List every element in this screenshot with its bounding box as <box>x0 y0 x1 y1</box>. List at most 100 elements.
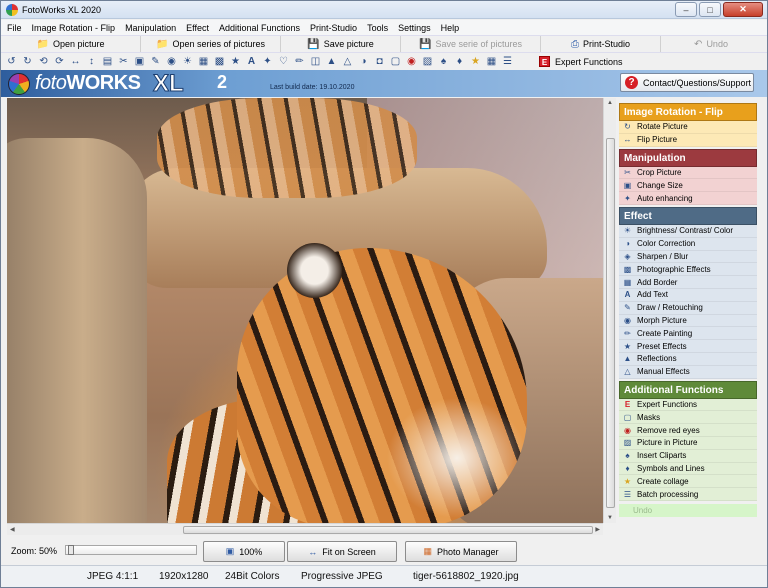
vertical-scrollbar[interactable]: ▲ ▼ <box>603 98 616 523</box>
sidebar-item-crop-picture[interactable]: ✂ Crop Picture <box>619 166 757 180</box>
crop-icon[interactable]: ▣ <box>133 56 146 68</box>
brush-icon: ✏ <box>624 328 631 338</box>
menu-settings[interactable]: Settings <box>398 23 431 33</box>
scroll-right-icon[interactable]: ▶ <box>595 526 600 533</box>
sidebar-item-symbols-lines[interactable]: ♦ Symbols and Lines <box>619 462 757 476</box>
sidebar-undo-button[interactable]: Undo <box>619 503 757 517</box>
print-studio-button[interactable]: ⎙ Print-Studio <box>541 36 661 52</box>
collage-icon[interactable]: ▦ <box>485 56 498 68</box>
mountain-icon[interactable]: △ <box>341 56 354 68</box>
section-rotation-header[interactable]: Image Rotation - Flip <box>619 103 757 121</box>
rotate-cw-icon[interactable]: ⟳ <box>53 56 66 68</box>
brush-icon[interactable]: ✏ <box>293 56 306 68</box>
menu-help[interactable]: Help <box>441 23 460 33</box>
sidebar-item-insert-cliparts[interactable]: ♠ Insert Cliparts <box>619 449 757 463</box>
menu-effect[interactable]: Effect <box>186 23 209 33</box>
menu-manipulation[interactable]: Manipulation <box>125 23 176 33</box>
color-icon[interactable]: ◉ <box>165 56 178 68</box>
zoom-slider-handle[interactable] <box>68 545 74 555</box>
menu-image-rotation[interactable]: Image Rotation - Flip <box>32 23 116 33</box>
sidebar-item-brightness[interactable]: ☀ Brightness/ Contrast/ Color <box>619 224 757 238</box>
sidebar-item-sharpen-blur[interactable]: ◈ Sharpen / Blur <box>619 250 757 264</box>
horizontal-scrollbar[interactable]: ◀ ▶ <box>7 523 603 535</box>
sidebar-item-preset-effects[interactable]: ★ Preset Effects <box>619 340 757 353</box>
sidebar-item-batch-processing[interactable]: ☰ Batch processing <box>619 488 757 501</box>
sidebar-item-create-collage[interactable]: ★ Create collage <box>619 475 757 489</box>
sidebar-item-auto-enhancing[interactable]: ✦ Auto enhancing <box>619 192 757 205</box>
pip-icon[interactable]: ▨ <box>421 56 434 68</box>
horizontal-scroll-thumb[interactable] <box>183 526 593 534</box>
sidebar-item-add-border[interactable]: ▦ Add Border <box>619 276 757 289</box>
landscape-icon[interactable]: ▲ <box>325 56 338 68</box>
photo-manager-button[interactable]: ▦ Photo Manager <box>405 541 517 562</box>
close-button[interactable]: ✕ <box>723 2 763 17</box>
batch-icon[interactable]: ☰ <box>501 56 514 68</box>
save-series-button[interactable]: 💾 Save serie of pictures <box>401 36 541 52</box>
scroll-down-icon[interactable]: ▼ <box>607 515 613 521</box>
rotate-ccw-icon[interactable]: ⟲ <box>37 56 50 68</box>
flip-vertical-icon[interactable]: ↕ <box>85 56 98 68</box>
section-effect-header[interactable]: Effect <box>619 206 757 225</box>
fit-on-screen-button[interactable]: ↔ Fit on Screen <box>287 541 397 562</box>
scroll-up-icon[interactable]: ▲ <box>607 100 613 106</box>
sidebar-item-morph-picture[interactable]: ◉ Morph Picture <box>619 314 757 328</box>
palette-icon[interactable]: ◑ <box>357 56 370 68</box>
fit-screen-icon: ↔ <box>308 546 318 557</box>
menu-tools[interactable]: Tools <box>367 23 388 33</box>
blur-icon[interactable]: ◘ <box>373 56 386 68</box>
sidebar-item-change-size[interactable]: ▣ Change Size <box>619 179 757 193</box>
sidebar-item-picture-in-picture[interactable]: ▨ Picture in Picture <box>619 436 757 450</box>
zoom-slider[interactable] <box>65 545 197 555</box>
pencil-icon[interactable]: ✎ <box>149 56 162 68</box>
expert-functions-toolbar-button[interactable]: E Expert Functions <box>539 56 623 67</box>
picture-icon[interactable]: ▩ <box>213 56 226 68</box>
menu-file[interactable]: File <box>7 23 22 33</box>
sidebar-item-flip-picture[interactable]: ↔ Flip Picture <box>619 133 757 147</box>
menu-additional-functions[interactable]: Additional Functions <box>219 23 300 33</box>
support-button[interactable]: ? Contact/Questions/Support <box>620 73 754 92</box>
section-manipulation-header[interactable]: Manipulation <box>619 148 757 167</box>
sidebar-item-create-painting[interactable]: ✏ Create Painting <box>619 327 757 341</box>
frame-icon[interactable]: ▦ <box>197 56 210 68</box>
image-canvas[interactable] <box>7 98 603 523</box>
sidebar-item-draw-retouching[interactable]: ✎ Draw / Retouching <box>619 301 757 315</box>
save-picture-button[interactable]: 💾 Save picture <box>281 36 401 52</box>
mask-icon[interactable]: ▢ <box>389 56 402 68</box>
sidebar-item-photographic-effects[interactable]: ▩ Photographic Effects <box>619 263 757 277</box>
brightness-icon: ☀ <box>623 226 632 236</box>
cliparts-icon[interactable]: ♠ <box>437 56 450 68</box>
vertical-scroll-thumb[interactable] <box>606 138 615 508</box>
zoom-bar: Zoom: 50% ▣ 100% ↔ Fit on Screen ▦ Photo… <box>1 537 767 564</box>
open-series-button[interactable]: 📁 Open series of pictures <box>141 36 281 52</box>
zoom-100-button[interactable]: ▣ 100% <box>203 541 285 562</box>
sidebar-item-reflections[interactable]: ▲ Reflections <box>619 352 757 366</box>
undo-button[interactable]: ↶ Undo <box>661 36 761 52</box>
rotate-right-icon[interactable]: ↻ <box>21 56 34 68</box>
sidebar-item-masks[interactable]: ▢ Masks <box>619 411 757 425</box>
scissors-icon[interactable]: ✂ <box>117 56 130 68</box>
sidebar-item-add-text[interactable]: A Add Text <box>619 288 757 302</box>
rotate-left-icon[interactable]: ↺ <box>5 56 18 68</box>
menu-print-studio[interactable]: Print-Studio <box>310 23 357 33</box>
sun-icon[interactable]: ☀ <box>181 56 194 68</box>
effects-icon[interactable]: ★ <box>229 56 242 68</box>
sidebar-item-expert-functions[interactable]: E Expert Functions <box>619 398 757 412</box>
flip-horizontal-icon[interactable]: ↔ <box>69 56 82 68</box>
clipart-icon[interactable]: ♡ <box>277 56 290 68</box>
sidebar-item-remove-red-eyes[interactable]: ◉ Remove red eyes <box>619 424 757 437</box>
sidebar-item-color-correction[interactable]: ◑ Color Correction <box>619 237 757 251</box>
maximize-button[interactable]: □ <box>699 2 721 17</box>
layers-icon[interactable]: ◫ <box>309 56 322 68</box>
section-additional-header[interactable]: Additional Functions <box>619 380 757 399</box>
star-icon[interactable]: ★ <box>469 56 482 68</box>
magic-wand-icon[interactable]: ✦ <box>261 56 274 68</box>
text-icon[interactable]: A <box>245 56 258 68</box>
sidebar-item-manual-effects[interactable]: △ Manual Effects <box>619 365 757 379</box>
sidebar-item-rotate-picture[interactable]: ↻ Rotate Picture <box>619 121 757 134</box>
open-picture-button[interactable]: 📁 Open picture <box>1 36 141 52</box>
symbols-icon[interactable]: ♦ <box>453 56 466 68</box>
red-eye-icon[interactable]: ◉ <box>405 56 418 68</box>
scroll-left-icon[interactable]: ◀ <box>10 526 15 533</box>
mirror-icon[interactable]: ▤ <box>101 56 114 68</box>
minimize-button[interactable]: – <box>675 2 697 17</box>
